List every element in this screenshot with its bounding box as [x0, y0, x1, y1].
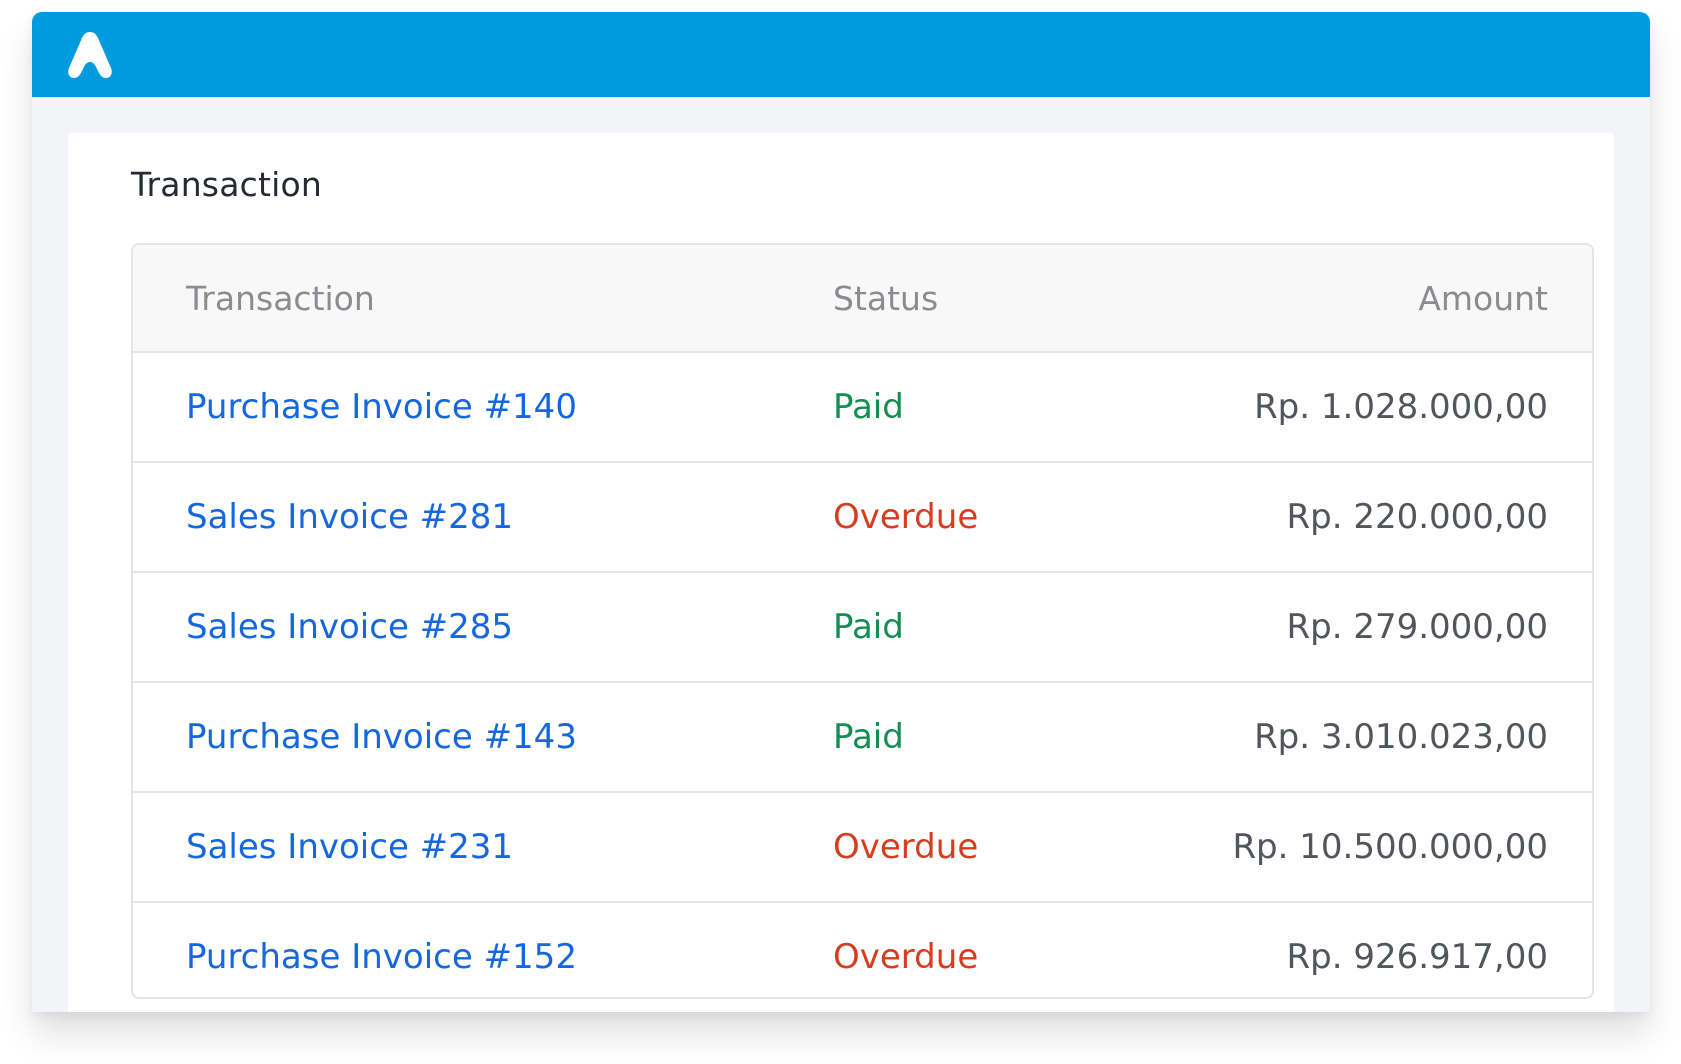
- status-text: Overdue: [833, 497, 979, 537]
- amount-value: Rp. 279.000,00: [1286, 607, 1549, 647]
- card-title: Transaction: [131, 165, 322, 204]
- status-text: Overdue: [833, 937, 979, 977]
- status-text: Paid: [833, 717, 904, 757]
- amount-value: Rp. 220.000,00: [1286, 497, 1549, 537]
- table-row: Purchase Invoice #143 Paid Rp. 3.010.023…: [133, 681, 1592, 791]
- table-row: Sales Invoice #285 Paid Rp. 279.000,00: [133, 571, 1592, 681]
- table-header: Transaction Status Amount: [133, 245, 1592, 351]
- column-header-amount: Amount: [1418, 278, 1548, 318]
- column-header-status: Status: [833, 278, 939, 318]
- table-row: Sales Invoice #231 Overdue Rp. 10.500.00…: [133, 791, 1592, 901]
- status-text: Overdue: [833, 827, 979, 867]
- amount-value: Rp. 1.028.000,00: [1254, 387, 1548, 427]
- transaction-table: Transaction Status Amount Purchase Invoi…: [131, 243, 1594, 999]
- status-text: Paid: [833, 387, 904, 427]
- transaction-link[interactable]: Sales Invoice #285: [186, 573, 513, 681]
- amount-value: Rp. 3.010.023,00: [1254, 717, 1548, 757]
- amount-value: Rp. 926.917,00: [1286, 937, 1549, 977]
- transaction-card: Transaction Transaction Status Amount Pu…: [68, 133, 1614, 1012]
- table-row: Sales Invoice #281 Overdue Rp. 220.000,0…: [133, 461, 1592, 571]
- top-bar: [32, 12, 1650, 97]
- table-row: Purchase Invoice #152 Overdue Rp. 926.91…: [133, 901, 1592, 997]
- transaction-link[interactable]: Sales Invoice #231: [186, 793, 513, 901]
- column-header-transaction: Transaction: [186, 278, 375, 318]
- app-window: Transaction Transaction Status Amount Pu…: [32, 12, 1650, 1012]
- transaction-link[interactable]: Purchase Invoice #143: [186, 683, 577, 791]
- status-text: Paid: [833, 607, 904, 647]
- transaction-link[interactable]: Purchase Invoice #152: [186, 903, 577, 997]
- transaction-link[interactable]: Sales Invoice #281: [186, 463, 513, 571]
- table-row: Purchase Invoice #140 Paid Rp. 1.028.000…: [133, 351, 1592, 461]
- amount-value: Rp. 10.500.000,00: [1232, 827, 1548, 867]
- app-logo-icon[interactable]: [66, 30, 114, 80]
- transaction-link[interactable]: Purchase Invoice #140: [186, 353, 577, 461]
